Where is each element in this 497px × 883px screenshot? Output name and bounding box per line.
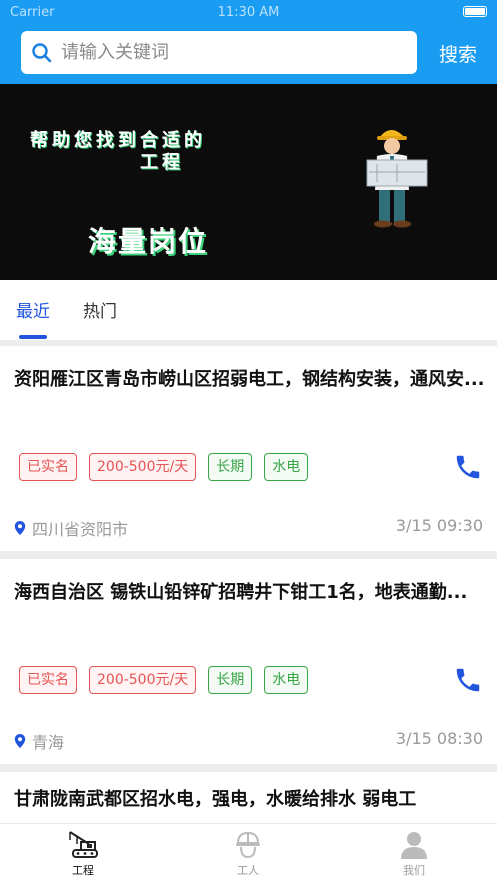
tag-wage: 200-500元/天 [89, 666, 197, 694]
tag-verified: 已实名 [19, 453, 77, 481]
tabbar-item-workers[interactable]: 工人 [218, 830, 278, 878]
search-button[interactable]: 搜索 [439, 40, 477, 67]
tag-wage: 200-500元/天 [89, 453, 197, 481]
banner-slogan: 海量岗位 [88, 225, 209, 258]
category-tabs: 最近 热门 [0, 280, 497, 340]
job-time: 3/15 09:30 [395, 516, 483, 535]
banner-line2: 工程 [140, 152, 184, 173]
job-location: 四川省资阳市 [14, 516, 128, 540]
tag-trade: 水电 [264, 453, 309, 481]
search-input[interactable] [61, 42, 401, 63]
promo-banner[interactable]: 帮助您找到合适的 工程 海量岗位 [0, 84, 497, 280]
user-profile-icon [401, 832, 427, 859]
tag-duration: 长期 [208, 453, 253, 481]
tag-verified: 已实名 [19, 666, 77, 694]
job-time: 3/15 08:30 [395, 729, 483, 748]
job-location-text: 四川省资阳市 [32, 520, 129, 539]
job-location-text: 青海 [32, 733, 65, 752]
job-card[interactable]: 海西自治区 锡铁山铅锌矿招聘井下钳工1名，地表通勤... 已实名 200-500… [0, 559, 497, 764]
job-card[interactable]: 甘肃陇南武都区招水电，强电，水暖给排水 弱电工 [0, 772, 497, 823]
tab-recent[interactable]: 最近 [16, 297, 50, 322]
tabbar-item-about[interactable]: 我们 [384, 830, 444, 878]
phone-icon[interactable] [453, 665, 483, 695]
tabbar-item-projects[interactable]: 工程 [53, 830, 113, 878]
carrier-label: Carrier [10, 5, 55, 20]
tag-duration: 长期 [208, 666, 253, 694]
job-title: 海西自治区 锡铁山铅锌矿招聘井下钳工1名，地表通勤... [14, 582, 468, 603]
tabbar-label-projects: 工程 [72, 864, 94, 877]
bottom-tab-bar: 工程 工人 我们 [0, 823, 497, 883]
status-bar: Carrier 11:30 AM [0, 4, 497, 22]
tabbar-label-workers: 工人 [237, 864, 259, 877]
job-tags: 已实名 200-500元/天 长期 水电 [19, 453, 320, 481]
location-pin-icon [14, 734, 26, 748]
job-location: 青海 [14, 729, 64, 753]
tag-trade: 水电 [264, 666, 309, 694]
worker-illustration-icon [366, 130, 428, 228]
crane-icon [69, 831, 98, 858]
job-card[interactable]: 资阳雁江区青岛市崂山区招弱电工，钢结构安装，通风安... 已实名 200-500… [0, 346, 497, 551]
job-title: 资阳雁江区青岛市崂山区招弱电工，钢结构安装，通风安... [14, 369, 485, 390]
job-title: 甘肃陇南武都区招水电，强电，水暖给排水 弱电工 [14, 789, 417, 810]
tab-hot[interactable]: 热门 [83, 297, 117, 322]
phone-icon[interactable] [453, 452, 483, 482]
location-pin-icon [14, 521, 26, 535]
search-icon [32, 42, 52, 62]
header: Carrier 11:30 AM 搜索 [0, 0, 497, 84]
status-time: 11:30 AM [217, 5, 280, 20]
battery-icon [463, 6, 487, 17]
job-tags: 已实名 200-500元/天 长期 水电 [19, 666, 320, 694]
worker-helmet-icon [236, 831, 260, 859]
tab-active-indicator [19, 335, 47, 339]
tabbar-label-about: 我们 [403, 864, 425, 877]
search-box[interactable] [21, 31, 417, 74]
